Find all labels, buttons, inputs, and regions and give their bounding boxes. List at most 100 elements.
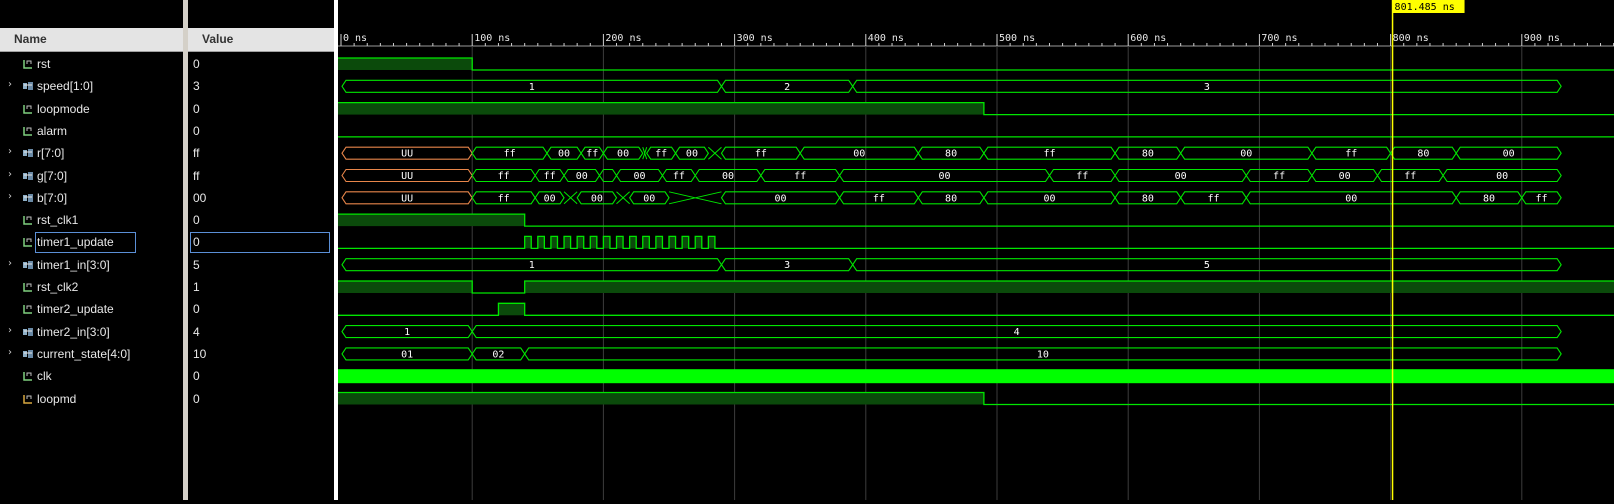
signal-name: rst_clk2 [37,280,79,294]
high-level-fill [616,236,624,249]
signal-value: 0 [193,57,200,71]
bit-signal-icon [23,283,32,292]
expand-arrow-icon[interactable]: › [8,146,12,157]
bus-value-label: 00 [774,193,786,204]
waveform-track[interactable]: 1 2 3 [341,79,1562,93]
value-row[interactable]: 0 [188,98,334,120]
value-row[interactable]: 0 [188,209,334,231]
bus-value-label: 00 [558,149,570,160]
bus-value-label: UU [401,193,413,204]
ruler-tick-label: 200 ns [605,33,641,44]
value-row[interactable]: 0 [188,298,334,320]
bus-value-label: 10 [1037,349,1049,360]
dense-clock-band [338,369,1614,384]
bus-value-label: ff [1404,171,1416,182]
value-column-header[interactable]: Value [188,28,334,52]
waveform-track[interactable] [338,57,1614,71]
bus-signal-icon [23,171,33,180]
value-row[interactable]: 0 [188,388,334,410]
high-level-fill [537,236,545,249]
signal-row-speed10[interactable]: › speed[1:0] [0,75,183,97]
waveform-track[interactable] [338,280,1614,294]
expand-arrow-icon[interactable]: › [8,79,12,90]
signal-value: 0 [193,369,200,384]
expand-arrow-icon[interactable]: › [8,258,12,269]
value-row[interactable]: 4 [188,321,334,343]
time-ruler[interactable]: 0 ns 100 ns 200 ns 300 ns 400 ns 500 ns 600 ns… [338,33,1614,47]
expand-arrow-icon[interactable]: › [8,169,12,180]
bit-waveform-line [338,302,1614,316]
value-row[interactable]: 0 [188,365,334,387]
value-row[interactable]: 3 [188,75,334,97]
signal-row-timer1-update[interactable]: timer1_update [0,231,183,254]
value-row[interactable]: 00 [188,187,334,209]
signal-row-timer1-in30[interactable]: › timer1_in[3:0] [0,254,183,276]
value-row[interactable]: ff [188,165,334,187]
signal-value: 4 [193,324,200,339]
bus-value-label: 5 [1204,260,1210,271]
bus-value-label: ff [504,149,516,160]
bus-value-label: 1 [404,327,410,338]
waveform-track[interactable]: 14 [341,325,1562,339]
signal-row-r70[interactable]: › r[7:0] [0,142,183,164]
value-row[interactable]: 0 [188,120,334,142]
value-row[interactable]: ff [188,142,334,164]
waveform-viewer[interactable]: 0 ns 100 ns 200 ns 300 ns 400 ns 500 ns 600 ns… [338,0,1614,500]
signal-row-rst[interactable]: rst [0,53,183,75]
selection-highlight [190,232,330,254]
waveform-track[interactable] [338,213,1614,227]
signal-row-current-state40[interactable]: › current_state[4:0] [0,343,183,365]
name-column-title: Name [14,32,47,46]
time-cursor[interactable]: 801.485 ns [1391,0,1465,500]
bus-value-label: 1 [529,82,535,93]
waveform-canvas[interactable]: 0 ns 100 ns 200 ns 300 ns 400 ns 500 ns 600 ns… [338,0,1614,500]
bus-value-label: ff [673,171,685,182]
signal-row-timer2-in30[interactable]: › timer2_in[3:0] [0,321,183,343]
bus-value-label: ff [1043,149,1055,160]
waveform-track[interactable]: 1 3 5 [341,258,1562,272]
bit-signal-icon [23,126,32,136]
value-row[interactable]: 5 [188,254,334,276]
expand-arrow-icon[interactable]: › [8,191,12,202]
bit-waveform-line [338,57,1614,71]
signal-row-loopmode[interactable]: loopmode [0,98,183,120]
ruler-tick-label: 500 ns [999,33,1035,44]
value-row[interactable]: 1 [188,276,334,298]
waveform-track[interactable]: 01 02 10 [341,347,1562,361]
signal-row-rst-clk1[interactable]: rst_clk1 [0,209,183,231]
signal-row-timer2-update[interactable]: timer2_update [0,298,183,320]
value-row[interactable]: 0 [188,231,334,254]
waveform-track[interactable] [338,101,1614,116]
waveform-track[interactable] [338,369,1614,384]
signal-row-rst-clk2[interactable]: rst_clk2 [0,276,183,298]
signal-row-alarm[interactable]: alarm [0,120,183,142]
waveform-track[interactable] [338,235,1614,250]
signal-row-loopmd[interactable]: loopmd [0,388,183,410]
value-row[interactable]: 0 [188,53,334,75]
waveform-track[interactable]: UU ff ff 00 00 ff 00 ff 00 ff 00 ff 00 ff 00 [341,168,1562,183]
high-level-fill [338,214,525,227]
signal-row-clk[interactable]: clk [0,365,183,387]
bus-value-label: 00 [617,149,629,160]
bus-glitch [616,191,630,205]
waveform-track[interactable] [338,302,1614,316]
value-row[interactable]: 10 [188,343,334,365]
signal-value: 3 [193,79,200,94]
waveform-track[interactable] [338,391,1614,406]
high-level-fill [629,236,637,249]
bus-segment [598,168,618,183]
waveform-track[interactable]: UU ff 00 ff 00 ff 00 ff 00 80 ff 80 00 ff 80 00 [341,146,1562,160]
bit-signal-icon [23,305,32,315]
selection-highlight [35,232,136,254]
bus-value-label: 80 [945,149,957,160]
name-column-header[interactable]: Name [0,28,183,52]
signal-row-g70[interactable]: › g[7:0] [0,165,183,187]
signal-name: rst_clk1 [37,213,79,228]
bus-signal-icon [23,149,33,158]
waveform-track[interactable]: UU ff 00 00 00 00 ff 80 00 80 ff 00 80 ff [341,191,1562,205]
expand-arrow-icon[interactable]: › [8,347,12,358]
signal-row-b70[interactable]: › b[7:0] [0,187,183,209]
high-level-fill [338,102,984,115]
high-level-fill [590,236,597,249]
expand-arrow-icon[interactable]: › [8,325,12,336]
